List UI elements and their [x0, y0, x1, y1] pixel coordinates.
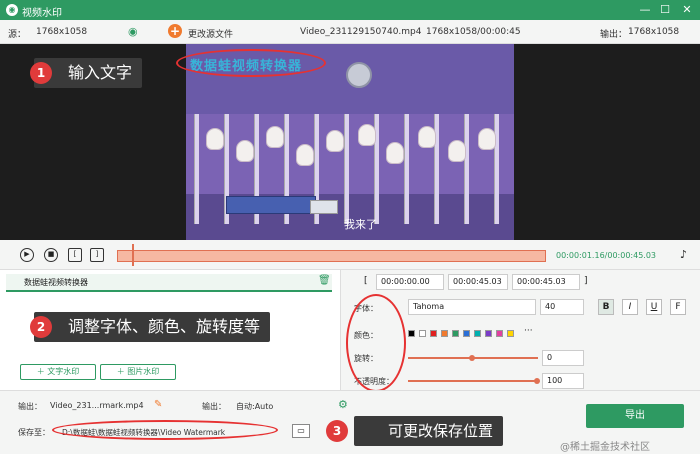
more-colors-icon[interactable]: ··· [524, 326, 533, 336]
output-file-label: 输出： [18, 402, 42, 411]
strikethrough-button[interactable]: F [670, 299, 686, 315]
eye-icon[interactable]: ◉ [128, 25, 138, 38]
file-resolution: 1768x1058/00:00:45 [426, 27, 521, 37]
color-swatch[interactable] [496, 330, 503, 337]
callout-3-badge: 3 [326, 420, 348, 442]
color-swatch[interactable] [419, 330, 426, 337]
info-bar: 源： 1768x1058 ◉ + 更改源文件 Video_23112915074… [0, 20, 700, 44]
opacity-slider-knob[interactable] [534, 378, 540, 384]
export-button[interactable]: 导出 [586, 404, 684, 428]
color-swatch[interactable] [430, 330, 437, 337]
playback-time: 00:00:01.16/00:00:45.03 [556, 251, 656, 260]
color-swatch[interactable] [441, 330, 448, 337]
timeline-track[interactable] [117, 250, 546, 262]
range-end-bracket-icon[interactable]: ] [584, 276, 588, 286]
color-swatch[interactable] [463, 330, 470, 337]
highlight-oval [52, 420, 278, 440]
play-icon[interactable]: ▶ [20, 248, 34, 262]
add-icon[interactable]: + [168, 24, 182, 38]
highlight-oval [346, 294, 406, 392]
layer-name: 数据蛙视频转换器 [24, 278, 88, 287]
range-start-input[interactable]: 00:00:00.00 [376, 274, 444, 290]
maximize-button[interactable]: ☐ [656, 2, 674, 18]
underline-button[interactable]: U [646, 299, 662, 315]
font-size-select[interactable]: 40 [540, 299, 584, 315]
rotate-input[interactable]: 0 [542, 350, 584, 366]
color-swatch[interactable] [452, 330, 459, 337]
output-format[interactable]: 自动:Auto [236, 401, 273, 412]
color-swatch[interactable] [408, 330, 415, 337]
bold-button[interactable]: B [598, 299, 614, 315]
color-swatch[interactable] [507, 330, 514, 337]
app-logo-icon: ◉ [6, 4, 18, 16]
callout-1-badge: 1 [30, 62, 52, 84]
minimize-button[interactable]: — [636, 2, 654, 18]
change-source-button[interactable]: 更改源文件 [188, 27, 233, 40]
rotate-slider-knob[interactable] [469, 355, 475, 361]
color-swatch[interactable] [474, 330, 481, 337]
add-text-watermark-button[interactable]: ＋ 文字水印 [20, 364, 96, 380]
stool [310, 200, 338, 214]
source-resolution: 1768x1058 [36, 27, 88, 37]
output-format-label: 输出： [202, 402, 226, 411]
watermark-layer-row[interactable]: 数据蛙视频转换器 🗑 [6, 274, 332, 292]
window-title: 视频水印 [22, 8, 62, 19]
font-select[interactable]: Tahoma [408, 299, 536, 315]
volume-icon[interactable]: ♪ [680, 248, 687, 261]
bed [226, 196, 316, 214]
output-file-name: Video_231...rmark.mp4 [50, 401, 144, 410]
stop-icon[interactable]: ■ [44, 248, 58, 262]
edit-icon[interactable]: ✎ [154, 399, 162, 410]
title-bar: ◉ 视频水印 — ☐ ✕ [0, 0, 700, 20]
opacity-input[interactable]: 100 [542, 373, 584, 389]
vent-icon [346, 62, 372, 88]
output-label: 输出： [600, 30, 628, 40]
folder-icon[interactable]: ▭ [292, 424, 310, 438]
delete-icon[interactable]: 🗑 [318, 275, 331, 286]
playhead[interactable] [132, 244, 134, 266]
corner-watermark: @稀土掘金技术社区 [560, 442, 650, 453]
callout-2-badge: 2 [30, 316, 52, 338]
video-caption: 我来了 [344, 218, 377, 231]
settings-gear-icon[interactable]: ⚙ [338, 398, 348, 411]
output-resolution: 1768x1058 [628, 27, 680, 37]
highlight-oval [176, 49, 326, 77]
callout-2: 调整字体、颜色、旋转度等 [34, 312, 271, 342]
save-to-label: 保存至： [18, 428, 50, 437]
add-image-watermark-button[interactable]: ＋ 图片水印 [100, 364, 176, 380]
mark-in-icon[interactable]: [ [68, 248, 82, 262]
filename: Video_231129150740.mp4 [300, 27, 422, 37]
mark-out-icon[interactable]: ] [90, 248, 104, 262]
close-button[interactable]: ✕ [678, 2, 696, 18]
callout-3: 可更改保存位置 [354, 416, 504, 446]
opacity-slider[interactable] [408, 380, 538, 382]
range-start-bracket-icon[interactable]: [ [364, 276, 368, 286]
range-end-input[interactable]: 00:00:45.03 [512, 274, 580, 290]
color-swatch[interactable] [485, 330, 492, 337]
italic-button[interactable]: I [622, 299, 638, 315]
source-label: 源： [8, 30, 27, 40]
range-mid-input[interactable]: 00:00:45.03 [448, 274, 508, 290]
